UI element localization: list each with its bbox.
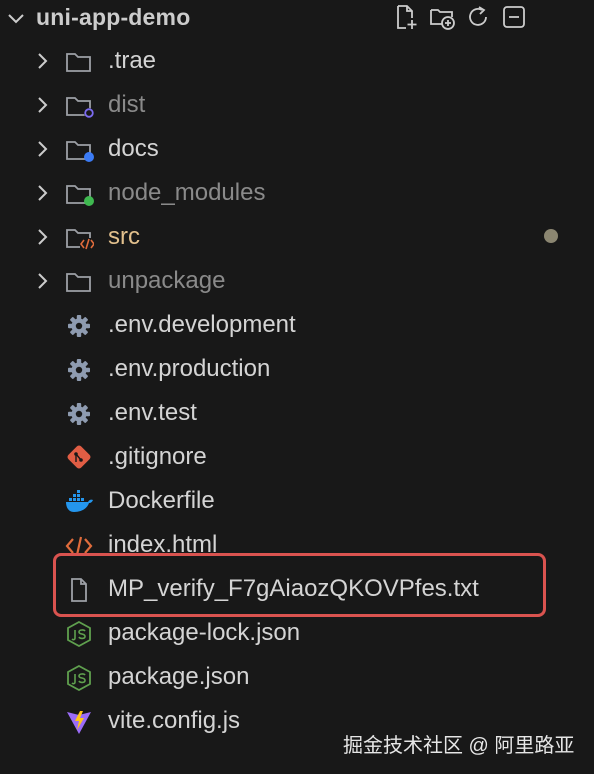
watermark: 掘金技术社区 @ 阿里路亚: [343, 735, 575, 757]
git-icon: [67, 445, 91, 469]
tree-item-label: .env.development: [108, 311, 296, 338]
text-file-icon: [71, 578, 87, 602]
workspace-title[interactable]: uni-app-demo: [36, 4, 190, 31]
tree-file-env-development[interactable]: .env.development: [0, 303, 594, 347]
tree-item-label: unpackage: [108, 267, 226, 294]
tree-item-label: index.html: [108, 531, 218, 558]
gear-icon: [68, 403, 90, 425]
tree-item-label: .gitignore: [108, 443, 207, 470]
tree-item-label: node_modules: [108, 179, 266, 206]
tree-file-package-lock[interactable]: package-lock.json: [0, 611, 594, 655]
tree-file-gitignore[interactable]: .gitignore: [0, 435, 594, 479]
folder-docs-icon: [66, 141, 94, 162]
tree-file-mp-verify[interactable]: MP_verify_F7gAiaozQKOVPfes.txt: [0, 567, 594, 611]
tree-file-package-json[interactable]: package.json: [0, 655, 594, 699]
explorer-header: uni-app-demo: [0, 0, 594, 36]
tree-folder-unpackage[interactable]: unpackage: [0, 259, 594, 303]
tree-item-label: vite.config.js: [108, 707, 241, 734]
chevron-right-icon[interactable]: [32, 139, 52, 159]
tree-file-dockerfile[interactable]: Dockerfile: [0, 479, 594, 523]
tree-item-label: package.json: [108, 663, 250, 690]
tree-item-label: Dockerfile: [108, 487, 215, 514]
new-file-button[interactable]: [392, 3, 420, 31]
chevron-right-icon[interactable]: [32, 271, 52, 291]
collapse-all-icon: [503, 6, 525, 28]
tree-item-label: docs: [108, 135, 159, 162]
chevron-right-icon[interactable]: [32, 183, 52, 203]
new-folder-icon: [430, 9, 455, 30]
tree-folder-dist[interactable]: dist: [0, 83, 594, 127]
folder-icon: [66, 53, 91, 72]
file-tree: .trae dist docs node_modules src unpacka…: [0, 39, 594, 743]
tree-item-label: .env.production: [108, 355, 271, 382]
chevron-down-icon[interactable]: [6, 8, 26, 28]
tree-folder-trae[interactable]: .trae: [0, 39, 594, 83]
folder-icon: [66, 273, 91, 292]
modified-indicator: [544, 229, 558, 243]
tree-file-env-production[interactable]: .env.production: [0, 347, 594, 391]
nodejs-icon: [67, 665, 91, 691]
tree-item-label: package-lock.json: [108, 619, 301, 646]
gear-icon: [68, 315, 90, 337]
chevron-right-icon[interactable]: [32, 95, 52, 115]
folder-dist-icon: [66, 97, 94, 118]
tree-item-label: src: [108, 223, 140, 250]
tree-folder-src[interactable]: src: [0, 215, 594, 259]
tree-file-index-html[interactable]: index.html: [0, 523, 594, 567]
tree-folder-node-modules[interactable]: node_modules: [0, 171, 594, 215]
gear-icon: [68, 359, 90, 381]
docker-icon: [66, 490, 93, 512]
refresh-icon: [469, 6, 487, 26]
chevron-right-icon[interactable]: [32, 227, 52, 247]
folder-node-icon: [66, 185, 94, 206]
tree-item-label: .env.test: [108, 399, 197, 426]
new-file-icon: [397, 5, 417, 29]
tree-item-label: dist: [108, 91, 146, 118]
folder-src-icon: [66, 229, 94, 250]
collapse-all-button[interactable]: [500, 3, 528, 31]
tree-folder-docs[interactable]: docs: [0, 127, 594, 171]
new-folder-button[interactable]: [428, 3, 456, 31]
explorer-actions: [392, 3, 536, 31]
vite-icon: [67, 711, 91, 734]
tree-item-label: MP_verify_F7gAiaozQKOVPfes.txt: [108, 575, 479, 602]
tree-file-env-test[interactable]: .env.test: [0, 391, 594, 435]
html-icon: [65, 536, 93, 556]
tree-item-label: .trae: [108, 47, 157, 74]
chevron-right-icon[interactable]: [32, 51, 52, 71]
refresh-button[interactable]: [464, 3, 492, 31]
nodejs-icon: [67, 621, 91, 647]
